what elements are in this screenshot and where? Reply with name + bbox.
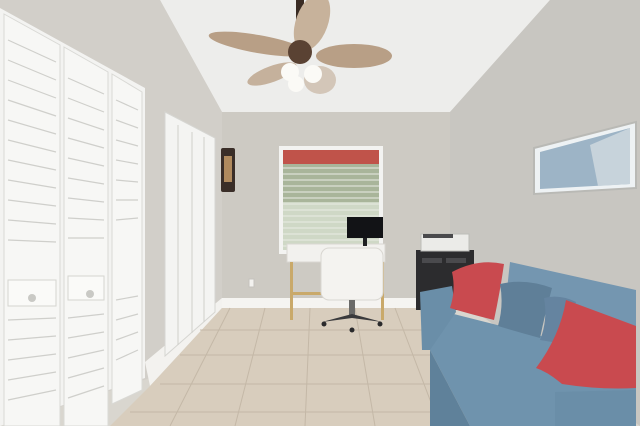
room-photo (0, 0, 640, 426)
wall-sconce (221, 148, 235, 192)
wall-outlet (248, 278, 255, 288)
printer (420, 233, 470, 252)
